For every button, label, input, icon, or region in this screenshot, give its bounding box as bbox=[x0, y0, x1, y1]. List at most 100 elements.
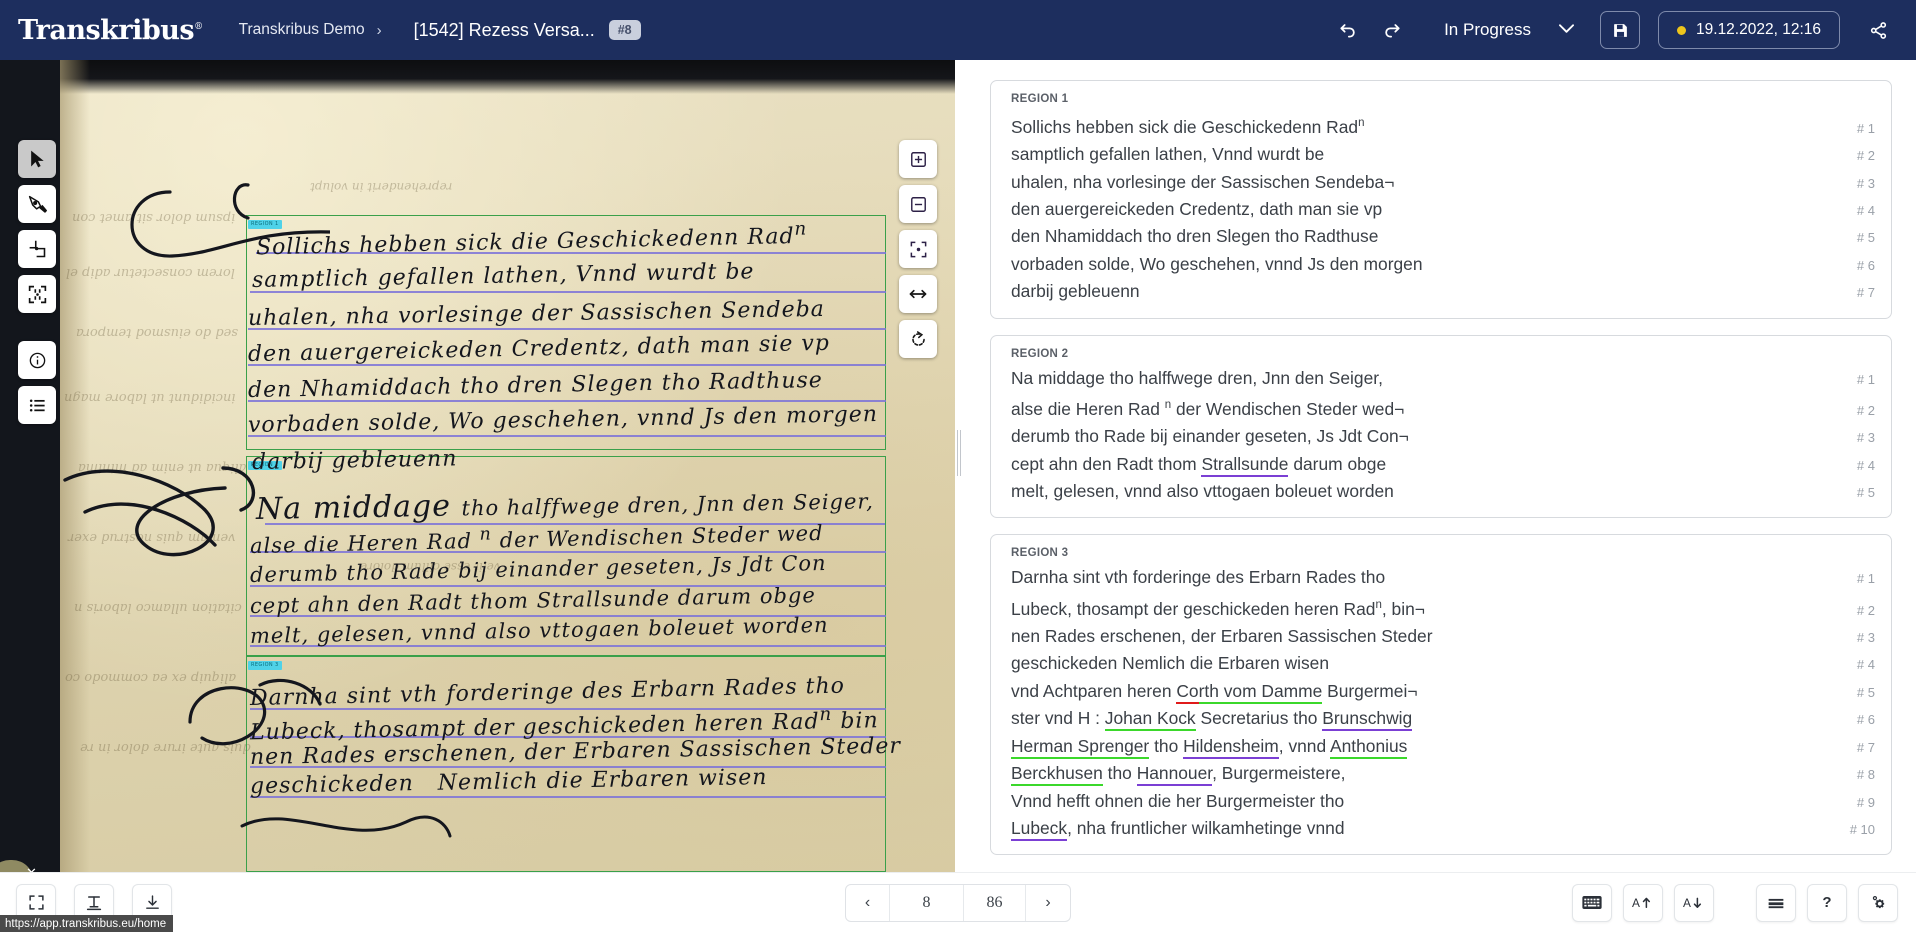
transcription-panel[interactable]: REGION 1Sollichs hebben sick die Geschic… bbox=[962, 60, 1916, 872]
line-text[interactable]: Herman Sprenger tho Hildensheim, vnnd An… bbox=[1001, 734, 1407, 759]
line-text[interactable]: Vnnd hefft ohnen die her Burgermeister t… bbox=[1001, 789, 1344, 814]
help-button[interactable]: ? bbox=[1807, 884, 1847, 922]
line-text[interactable]: nen Rades erschenen, der Erbaren Sassisc… bbox=[1001, 624, 1433, 649]
transcription-line[interactable]: Lubeck, thosampt der geschickeden heren … bbox=[1001, 592, 1875, 623]
line-text[interactable]: darbij gebleuenn bbox=[1001, 279, 1140, 304]
line-text[interactable]: uhalen, nha vorlesinge der Sassischen Se… bbox=[1001, 170, 1394, 195]
fit-center-button[interactable] bbox=[899, 230, 937, 268]
manuscript-image[interactable]: ipsum dolor sit amet con lorem consectet… bbox=[60, 60, 955, 872]
image-viewer-panel[interactable]: ipsum dolor sit amet con lorem consectet… bbox=[0, 60, 955, 872]
sidebar-item-add-region-tool[interactable] bbox=[18, 275, 56, 313]
line-text[interactable]: vorbaden solde, Wo geschehen, vnnd Js de… bbox=[1001, 252, 1423, 277]
share-button[interactable] bbox=[1856, 8, 1900, 52]
sidebar-item-select-tool[interactable] bbox=[18, 140, 56, 178]
baseline-3-1[interactable] bbox=[250, 708, 886, 710]
region-card[interactable]: REGION 2Na middage tho halffwege dren, J… bbox=[990, 335, 1892, 519]
transcription-line[interactable]: den auergereickeden Credentz, dath man s… bbox=[1001, 196, 1875, 223]
line-text[interactable]: den auergereickeden Credentz, dath man s… bbox=[1001, 197, 1382, 222]
baseline-3-2[interactable] bbox=[250, 736, 886, 738]
save-button[interactable] bbox=[1600, 11, 1640, 49]
transcription-line[interactable]: vorbaden solde, Wo geschehen, vnnd Js de… bbox=[1001, 251, 1875, 278]
prev-page-button[interactable]: ‹ bbox=[846, 885, 890, 921]
line-text[interactable]: melt, gelesen, vnnd also vttogaen boleue… bbox=[1001, 479, 1394, 504]
breadcrumb-collection[interactable]: Transkribus Demo bbox=[239, 21, 365, 39]
current-page-input[interactable]: 8 bbox=[890, 885, 964, 921]
transcription-line[interactable]: Sollichs hebben sick die Geschickedenn R… bbox=[1001, 110, 1875, 141]
line-text[interactable]: ster vnd H : Johan Kock Secretarius tho … bbox=[1001, 706, 1412, 731]
transcription-line[interactable]: samptlich gefallen lathen, Vnnd wurdt be… bbox=[1001, 141, 1875, 168]
transcription-line[interactable]: geschickeden Nemlich die Erbaren wisen# … bbox=[1001, 650, 1875, 677]
transcription-line[interactable]: cept ahn den Radt thom Strallsunde darum… bbox=[1001, 451, 1875, 478]
line-text[interactable]: cept ahn den Radt thom Strallsunde darum… bbox=[1001, 452, 1386, 477]
line-text[interactable]: Na middage tho halffwege dren, Jnn den S… bbox=[1001, 366, 1383, 391]
panel-divider[interactable] bbox=[957, 430, 962, 476]
transcription-line[interactable]: derumb tho Rade bij einander geseten, Js… bbox=[1001, 423, 1875, 450]
virtual-keyboard-button[interactable] bbox=[1572, 884, 1612, 922]
transcription-line[interactable]: melt, gelesen, vnnd also vttogaen boleue… bbox=[1001, 478, 1875, 505]
settings-button[interactable] bbox=[1858, 884, 1898, 922]
line-view-button[interactable] bbox=[1756, 884, 1796, 922]
undo-button[interactable] bbox=[1326, 8, 1370, 52]
transcription-line[interactable]: vnd Achtparen heren Corth vom Damme Burg… bbox=[1001, 678, 1875, 705]
font-decrease-button[interactable]: A bbox=[1674, 884, 1714, 922]
transcription-line[interactable]: ster vnd H : Johan Kock Secretarius tho … bbox=[1001, 705, 1875, 732]
line-text[interactable]: alse die Heren Rad n der Wendischen Sted… bbox=[1001, 393, 1404, 422]
region-outline-1[interactable] bbox=[246, 215, 886, 450]
region-card[interactable]: REGION 3Darnha sint vth forderinge des E… bbox=[990, 534, 1892, 855]
line-text[interactable]: Darnha sint vth forderinge des Erbarn Ra… bbox=[1001, 565, 1385, 590]
tagged-entity-purple: Hildensheim bbox=[1183, 736, 1279, 759]
transcription-line[interactable]: alse die Heren Rad n der Wendischen Sted… bbox=[1001, 392, 1875, 423]
region-card[interactable]: REGION 1Sollichs hebben sick die Geschic… bbox=[990, 80, 1892, 319]
baseline-1-4[interactable] bbox=[248, 364, 886, 366]
transcription-line[interactable]: den Nhamiddach tho dren Slegen tho Radth… bbox=[1001, 223, 1875, 250]
line-text[interactable]: Lubeck, nha fruntlicher wilkamhetinge vn… bbox=[1001, 816, 1345, 841]
sidebar-item-info[interactable] bbox=[18, 341, 56, 379]
status-dropdown[interactable]: In Progress bbox=[1444, 20, 1574, 40]
transcription-line[interactable]: Herman Sprenger tho Hildensheim, vnnd An… bbox=[1001, 733, 1875, 760]
sidebar-item-draw-baseline-tool[interactable] bbox=[18, 185, 56, 223]
next-page-button[interactable]: › bbox=[1026, 885, 1070, 921]
transcription-line[interactable]: Berckhusen tho Hannouer, Burgermeistere,… bbox=[1001, 760, 1875, 787]
region-outline-2[interactable] bbox=[246, 456, 886, 656]
line-text[interactable]: Sollichs hebben sick die Geschickedenn R… bbox=[1001, 111, 1364, 140]
baseline-1-2[interactable] bbox=[250, 291, 886, 293]
baseline-2-3[interactable] bbox=[250, 585, 886, 587]
line-text[interactable]: Lubeck, thosampt der geschickeden heren … bbox=[1001, 593, 1425, 622]
line-text[interactable]: samptlich gefallen lathen, Vnnd wurdt be bbox=[1001, 142, 1324, 167]
transcription-line[interactable]: nen Rades erschenen, der Erbaren Sassisc… bbox=[1001, 623, 1875, 650]
transcription-line[interactable]: Darnha sint vth forderinge des Erbarn Ra… bbox=[1001, 564, 1875, 591]
baseline-1-1[interactable] bbox=[256, 252, 886, 254]
transcription-line[interactable]: Vnnd hefft ohnen die her Burgermeister t… bbox=[1001, 788, 1875, 815]
baseline-3-3[interactable] bbox=[250, 766, 886, 768]
document-title[interactable]: [1542] Rezess Versa... bbox=[414, 20, 595, 41]
last-saved-button[interactable]: 19.12.2022, 12:16 bbox=[1658, 11, 1840, 49]
baseline-2-5[interactable] bbox=[250, 645, 886, 647]
baseline-1-6[interactable] bbox=[248, 435, 886, 437]
transkribus-logo[interactable]: Transkribus® bbox=[18, 15, 203, 46]
line-text[interactable]: den Nhamiddach tho dren Slegen tho Radth… bbox=[1001, 224, 1378, 249]
feedback-close-icon[interactable]: ✕ bbox=[26, 865, 37, 872]
rotate-button[interactable] bbox=[899, 320, 937, 358]
line-text[interactable]: Berckhusen tho Hannouer, Burgermeistere, bbox=[1001, 761, 1346, 786]
line-text[interactable]: derumb tho Rade bij einander geseten, Js… bbox=[1001, 424, 1409, 449]
transcription-line[interactable]: Lubeck, nha fruntlicher wilkamhetinge vn… bbox=[1001, 815, 1875, 842]
baseline-2-2[interactable] bbox=[250, 551, 886, 553]
baseline-2-1[interactable] bbox=[265, 523, 885, 525]
line-text[interactable]: vnd Achtparen heren Corth vom Damme Burg… bbox=[1001, 679, 1417, 704]
transcription-line[interactable]: darbij gebleuenn# 7 bbox=[1001, 278, 1875, 305]
zoom-out-button[interactable] bbox=[899, 185, 937, 223]
sidebar-item-add-line-tool[interactable] bbox=[18, 230, 56, 268]
baseline-3-4[interactable] bbox=[250, 796, 886, 798]
redo-button[interactable] bbox=[1370, 8, 1414, 52]
sidebar-item-list[interactable] bbox=[18, 386, 56, 424]
font-increase-button[interactable]: A bbox=[1623, 884, 1663, 922]
transcription-line[interactable]: uhalen, nha vorlesinge der Sassischen Se… bbox=[1001, 169, 1875, 196]
baseline-1-3[interactable] bbox=[248, 328, 886, 330]
zoom-in-button[interactable] bbox=[899, 140, 937, 178]
transcription-line[interactable]: Na middage tho halffwege dren, Jnn den S… bbox=[1001, 365, 1875, 392]
baseline-2-4[interactable] bbox=[250, 615, 886, 617]
line-text[interactable]: geschickeden Nemlich die Erbaren wisen bbox=[1001, 651, 1329, 676]
fit-width-button[interactable] bbox=[899, 275, 937, 313]
region-outline-3[interactable] bbox=[246, 656, 886, 872]
baseline-1-5[interactable] bbox=[248, 400, 886, 402]
